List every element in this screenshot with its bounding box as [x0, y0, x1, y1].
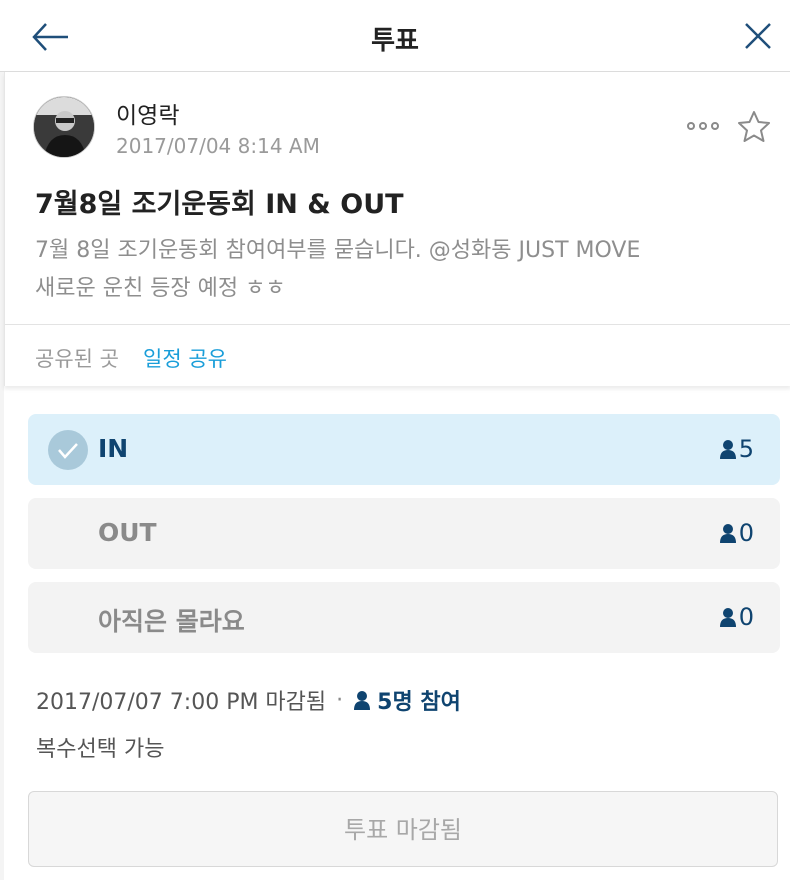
close-button[interactable] [740, 18, 780, 58]
star-icon [738, 111, 770, 142]
vote-count[interactable]: 0 [719, 519, 754, 547]
favorite-button[interactable] [737, 110, 773, 144]
vote-count[interactable]: 5 [719, 435, 754, 463]
avatar[interactable] [33, 96, 95, 158]
vote-option-unknown[interactable]: 아직은 몰라요 0 [28, 582, 780, 653]
shared-link[interactable]: 일정 공유 [143, 343, 227, 373]
post-date: 2017/07/04 8:14 AM [116, 134, 320, 158]
vote-count-value: 0 [738, 603, 754, 631]
more-dots-icon [687, 122, 719, 130]
post-card: 이영락 2017/07/04 8:14 AM 7월8일 조기운동회 IN & O… [4, 72, 790, 386]
person-icon [719, 608, 736, 627]
person-icon [719, 524, 736, 543]
post-body-line: 7월 8일 조기운동회 참여여부를 묻습니다. @성화동 JUST MOVE [35, 238, 641, 263]
post-title: 7월8일 조기운동회 IN & OUT [35, 189, 404, 220]
check-circle-icon [48, 430, 88, 470]
close-icon [745, 23, 771, 49]
vote-count-value: 5 [738, 435, 754, 463]
separator: · [336, 687, 344, 713]
shared-location-row: 공유된 곳 일정 공유 [5, 324, 790, 387]
post-body: 7월 8일 조기운동회 참여여부를 묻습니다. @성화동 JUST MOVE 새… [35, 232, 755, 308]
page-title: 투표 [371, 26, 419, 56]
participants-count: 5명 참여 [377, 690, 461, 715]
user-photo-icon [34, 97, 94, 157]
deadline-text: 2017/07/07 7:00 PM 마감됨 [36, 690, 327, 715]
shared-label: 공유된 곳 [35, 347, 119, 371]
deadline-row: 2017/07/07 7:00 PM 마감됨 · 5명 참여 [36, 684, 461, 716]
person-icon [719, 440, 736, 459]
multi-select-note: 복수선택 가능 [36, 737, 165, 762]
vote-closed-button[interactable]: 투표 마감됨 [28, 791, 778, 867]
participants-link[interactable]: 5명 참여 [353, 684, 461, 716]
vote-option-out[interactable]: OUT 0 [28, 498, 780, 569]
vote-option-label: 아직은 몰라요 [98, 607, 245, 636]
more-options-button[interactable] [685, 116, 721, 136]
vote-option-in[interactable]: IN 5 [28, 414, 780, 485]
vote-option-label: OUT [98, 518, 157, 547]
author-name[interactable]: 이영락 [116, 96, 179, 130]
person-icon [354, 691, 371, 710]
vote-option-label: IN [98, 434, 129, 463]
vote-count-value: 0 [738, 519, 754, 547]
post-body-line: 새로운 운친 등장 예정 ㅎㅎ [35, 276, 286, 301]
header-bar: 투표 [0, 0, 790, 72]
vote-count[interactable]: 0 [719, 603, 754, 631]
